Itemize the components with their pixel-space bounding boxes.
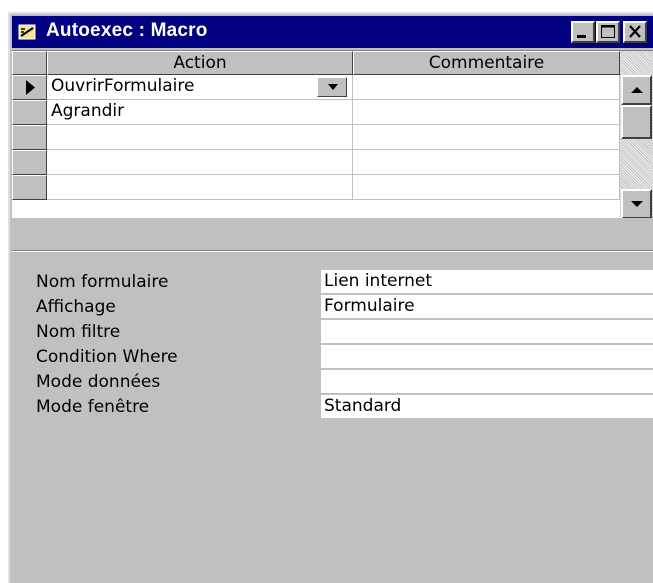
macro-window: Autoexec : Macro Action Commentaire Ouvr… (8, 12, 653, 583)
close-icon (629, 25, 641, 38)
row-selector[interactable] (12, 175, 47, 200)
minimize-button[interactable] (571, 21, 595, 43)
table-row[interactable] (12, 175, 620, 200)
select-all-corner[interactable] (12, 51, 47, 75)
argument-value-field[interactable] (321, 320, 653, 343)
comment-cell[interactable] (353, 125, 620, 150)
minimize-icon (577, 35, 586, 38)
argument-label: Mode données (36, 372, 161, 392)
maximize-icon (601, 25, 615, 38)
scroll-thumb[interactable] (621, 105, 652, 139)
scroll-down-button[interactable] (621, 189, 652, 218)
table-row[interactable]: Agrandir (12, 100, 620, 125)
row-selector[interactable] (12, 150, 47, 175)
column-header-comment[interactable]: Commentaire (353, 51, 620, 75)
vertical-scrollbar[interactable] (620, 51, 653, 218)
row-selector[interactable] (12, 75, 47, 100)
macro-action-grid: Action Commentaire OuvrirFormulaire Agra… (12, 50, 653, 218)
row-selector[interactable] (12, 125, 47, 150)
argument-row[interactable]: Nom filtre (12, 320, 653, 345)
action-cell[interactable] (47, 125, 353, 150)
current-row-icon (26, 80, 35, 95)
table-row[interactable] (12, 125, 620, 150)
table-row[interactable]: OuvrirFormulaire (12, 75, 620, 100)
desktop-strip (0, 0, 653, 12)
scroll-up-button[interactable] (621, 75, 652, 105)
argument-row[interactable]: Condition Where (12, 345, 653, 370)
chevron-down-icon (328, 84, 338, 90)
argument-label: Condition Where (36, 347, 178, 367)
grid-header: Action Commentaire (12, 51, 620, 75)
action-cell[interactable] (47, 175, 353, 200)
table-row[interactable] (12, 150, 620, 175)
chevron-up-icon (631, 87, 643, 93)
argument-row[interactable]: Mode fenêtre Standard (12, 395, 653, 420)
argument-value-field[interactable] (321, 345, 653, 368)
comment-cell[interactable] (353, 100, 620, 125)
argument-value-field[interactable] (321, 370, 653, 393)
pane-divider[interactable] (12, 250, 653, 252)
argument-value-field[interactable]: Standard (321, 395, 653, 418)
comment-cell[interactable] (353, 175, 620, 200)
column-header-action[interactable]: Action (47, 51, 353, 75)
row-selector[interactable] (12, 100, 47, 125)
comment-cell[interactable] (353, 150, 620, 175)
chevron-down-icon (631, 201, 643, 207)
argument-value-field[interactable]: Lien internet (321, 270, 653, 293)
window-title: Autoexec : Macro (46, 20, 208, 41)
comment-cell[interactable] (353, 75, 620, 100)
maximize-button[interactable] (596, 21, 620, 43)
argument-label: Nom formulaire (36, 272, 169, 292)
argument-row[interactable]: Mode données (12, 370, 653, 395)
title-bar[interactable]: Autoexec : Macro (12, 16, 653, 48)
argument-label: Mode fenêtre (36, 397, 150, 417)
action-cell[interactable]: OuvrirFormulaire (47, 75, 353, 100)
action-value: OuvrirFormulaire (51, 76, 195, 96)
argument-label: Nom filtre (36, 322, 121, 342)
action-cell[interactable] (47, 150, 353, 175)
action-dropdown-button[interactable] (317, 77, 347, 97)
argument-label: Affichage (36, 297, 116, 317)
argument-row[interactable]: Affichage Formulaire (12, 295, 653, 320)
argument-value-field[interactable]: Formulaire (321, 295, 653, 318)
macro-icon (18, 24, 36, 40)
close-button[interactable] (623, 21, 647, 43)
argument-row[interactable]: Nom formulaire Lien internet (12, 270, 653, 295)
action-cell[interactable]: Agrandir (47, 100, 353, 125)
